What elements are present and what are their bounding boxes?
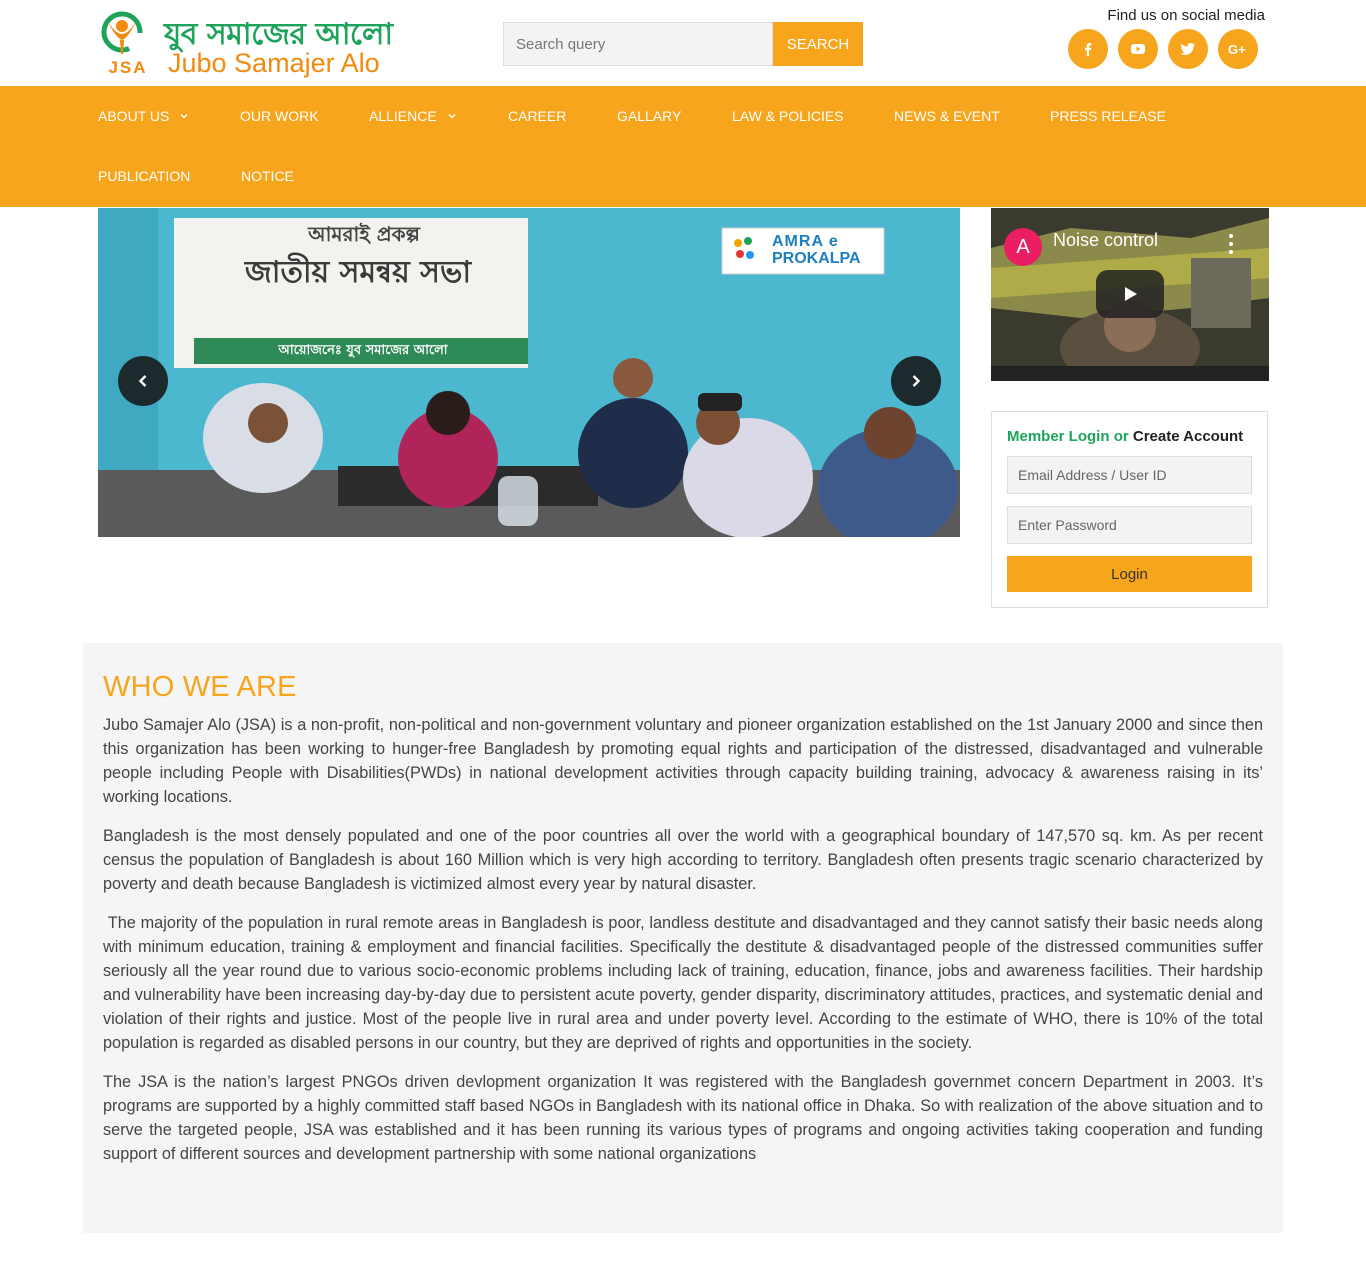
video-embed[interactable]: A Noise control bbox=[991, 208, 1269, 381]
nav-item-label: PUBLICATION bbox=[98, 168, 191, 184]
nav-item-label: ABOUT US bbox=[98, 108, 170, 124]
search-button[interactable]: SEARCH bbox=[773, 22, 863, 66]
who-we-are-section: WHO WE ARE Jubo Samajer Alo (JSA) is a n… bbox=[83, 643, 1283, 1233]
chevron-down-icon bbox=[448, 114, 456, 119]
svg-text:G+: G+ bbox=[1228, 42, 1246, 56]
login-heading-or: or bbox=[1113, 428, 1129, 445]
nav-item-allience[interactable]: ALLIENCE bbox=[369, 108, 457, 124]
chevron-right-icon bbox=[912, 375, 921, 387]
twitter-icon bbox=[1180, 43, 1195, 55]
youtube-link[interactable] bbox=[1118, 29, 1158, 69]
search-input[interactable] bbox=[503, 22, 773, 66]
facebook-link[interactable] bbox=[1068, 29, 1108, 69]
about-paragraph: Jubo Samajer Alo (JSA) is a non-profit, … bbox=[103, 716, 1263, 806]
nav-item-label: OUR WORK bbox=[240, 108, 319, 124]
nav-item-about-us[interactable]: ABOUT US bbox=[98, 108, 189, 124]
google-plus-icon: G+ bbox=[1228, 42, 1246, 56]
more-vertical-icon[interactable] bbox=[1221, 232, 1241, 256]
site-header: JSA যুব সমাজের আলো Jubo Samajer Alo SEAR… bbox=[0, 0, 1366, 86]
member-login-link[interactable]: Member Login bbox=[1007, 428, 1110, 445]
nav-item-label: NOTICE bbox=[241, 168, 294, 184]
video-title[interactable]: Noise control bbox=[1053, 230, 1158, 251]
site-name-english: Jubo Samajer Alo bbox=[168, 48, 380, 78]
hero-slider: আমরাই প্রকল্প জাতীয় সমন্বয় সভা আয়োজনে… bbox=[98, 208, 960, 537]
slider-next-button[interactable] bbox=[891, 356, 941, 406]
login-heading: Member Login or Create Account bbox=[1007, 428, 1243, 445]
member-login-panel: Member Login or Create Account Login bbox=[991, 411, 1268, 608]
search-form: SEARCH bbox=[503, 22, 863, 66]
nav-item-career[interactable]: CAREER bbox=[508, 108, 566, 124]
site-logo[interactable]: JSA যুব সমাজের আলো Jubo Samajer Alo bbox=[98, 8, 418, 80]
nav-item-news-event[interactable]: NEWS & EVENT bbox=[894, 108, 1000, 124]
twitter-link[interactable] bbox=[1168, 29, 1208, 69]
nav-item-label: CAREER bbox=[508, 108, 567, 124]
youtube-icon bbox=[1131, 44, 1145, 54]
about-paragraph: The majority of the population in rural … bbox=[103, 914, 1268, 1052]
section-heading: WHO WE ARE bbox=[103, 671, 297, 703]
about-paragraph: Bangladesh is the most densely populated… bbox=[103, 827, 1263, 893]
badge-line-1: AMRA e bbox=[772, 233, 839, 250]
main-nav: ABOUT US OUR WORK ALLIENCE CAREER GALLAR… bbox=[0, 86, 1366, 207]
play-icon bbox=[1125, 287, 1137, 301]
video-play-button[interactable] bbox=[1096, 270, 1164, 318]
facebook-icon bbox=[1085, 43, 1092, 56]
nav-item-notice[interactable]: NOTICE bbox=[241, 168, 294, 184]
nav-item-publication[interactable]: PUBLICATION bbox=[98, 168, 190, 184]
badge-line-2: PROKALPA bbox=[772, 250, 861, 267]
about-paragraph: The JSA is the nation’s largest PNGOs dr… bbox=[103, 1073, 1263, 1163]
login-button[interactable]: Login bbox=[1007, 556, 1252, 592]
nav-item-label: PRESS RELEASE bbox=[1050, 108, 1166, 124]
banner-organizer: আয়োজনেঃ যুব সমাজের আলো bbox=[278, 343, 448, 358]
chevron-down-icon bbox=[180, 114, 188, 119]
create-account-link[interactable]: Create Account bbox=[1133, 428, 1243, 445]
banner-line-2: জাতীয় সমন্বয় সভা bbox=[244, 255, 472, 290]
chevron-left-icon bbox=[138, 375, 147, 387]
nav-item-gallary[interactable]: GALLARY bbox=[617, 108, 681, 124]
nav-item-label: ALLIENCE bbox=[369, 108, 437, 124]
social-label: Find us on social media bbox=[1107, 7, 1265, 24]
nav-item-label: LAW & POLICIES bbox=[732, 108, 844, 124]
nav-item-label: NEWS & EVENT bbox=[894, 108, 1000, 124]
nav-item-label: GALLARY bbox=[617, 108, 682, 124]
google-plus-link[interactable]: G+ bbox=[1218, 29, 1258, 69]
nav-item-our-work[interactable]: OUR WORK bbox=[240, 108, 319, 124]
social-links: G+ bbox=[1068, 29, 1258, 69]
email-field[interactable] bbox=[1007, 456, 1252, 494]
slider-prev-button[interactable] bbox=[118, 356, 168, 406]
logo-letters: JSA bbox=[108, 58, 148, 77]
nav-item-press-release[interactable]: PRESS RELEASE bbox=[1050, 108, 1166, 124]
nav-item-law-policies[interactable]: LAW & POLICIES bbox=[732, 108, 844, 124]
password-field[interactable] bbox=[1007, 506, 1252, 544]
channel-avatar[interactable]: A bbox=[1004, 228, 1042, 266]
